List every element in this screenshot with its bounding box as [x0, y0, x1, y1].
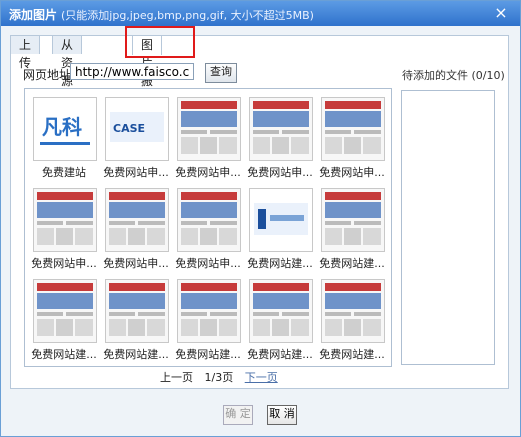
site-screenshot-thumb[interactable] — [105, 188, 169, 252]
thumbnail-caption: 免费网站建... — [247, 257, 313, 270]
thumbnail-caption: 免费网站建... — [319, 348, 385, 361]
thumbnail-caption: 免费网站申... — [319, 166, 385, 179]
thumbnail-item[interactable]: 免费网站建... — [29, 279, 99, 362]
tab-library[interactable]: 从资源库选择 — [52, 35, 83, 142]
dialog-title: 添加图片 — [9, 8, 58, 22]
prev-page-link[interactable]: 上一页 — [160, 371, 193, 384]
thumbnail-item[interactable]: 凡科 免费建站 — [29, 97, 99, 180]
thumbnail-item[interactable]: 免费网站建... — [245, 188, 315, 271]
latest-work-banner-thumb[interactable] — [249, 188, 313, 252]
thumbnail-caption: 免费网站申... — [103, 257, 169, 270]
site-screenshot-thumb[interactable] — [105, 279, 169, 343]
query-button[interactable]: 查询 — [205, 63, 237, 83]
thumbnail-caption: 免费网站建... — [103, 348, 169, 361]
url-label: 网页地址: — [23, 68, 76, 82]
thumbnail-caption: 免费网站申... — [31, 257, 97, 270]
site-screenshot-thumb[interactable] — [33, 188, 97, 252]
thumbnail-caption: 免费网站建... — [247, 348, 313, 361]
tab-upload[interactable]: 上传 — [10, 35, 41, 70]
svg-text:CASE: CASE — [113, 122, 145, 135]
site-screenshot-thumb[interactable] — [321, 279, 385, 343]
page-indicator: 1/3页 — [204, 371, 234, 384]
thumbnail-caption: 免费网站申... — [175, 257, 241, 270]
faisco-logo-thumb[interactable]: 凡科 — [33, 97, 97, 161]
case-banner-thumb[interactable]: CASE — [105, 97, 169, 161]
ok-button[interactable]: 确 定 — [223, 405, 253, 425]
tab-highlight-box — [125, 26, 195, 58]
thumbnail-item[interactable]: 免费网站申... — [29, 188, 99, 271]
thumbnail-caption: 免费网站建... — [31, 348, 97, 361]
svg-text:凡科: 凡科 — [42, 115, 82, 139]
site-screenshot-thumb[interactable] — [321, 97, 385, 161]
thumbnail-item[interactable]: 免费网站申... — [173, 97, 243, 180]
dialog-hint: (只能添加jpg,jpeg,bmp,png,gif, 大小不超过5MB) — [61, 9, 314, 22]
close-icon[interactable]: × — [492, 3, 510, 23]
thumbnail-caption: 免费网站建... — [175, 348, 241, 361]
site-screenshot-thumb[interactable] — [321, 188, 385, 252]
thumbnail-item[interactable]: 免费网站建... — [317, 279, 387, 362]
thumbnail-grid: 凡科免费建站 CASE 免费网站申... 免费网站申... 免费网站申... 免费网站申.… — [24, 88, 392, 367]
thumbnail-caption: 免费网站申... — [175, 166, 241, 179]
thumbnail-item[interactable]: 免费网站申... — [245, 97, 315, 180]
site-screenshot-thumb[interactable] — [177, 188, 241, 252]
thumbnail-item[interactable]: 免费网站建... — [173, 279, 243, 362]
pager: 上一页 1/3页 下一页 — [160, 369, 286, 385]
thumbnail-item[interactable]: 免费网站建... — [245, 279, 315, 362]
url-input[interactable] — [70, 63, 194, 80]
thumbnail-caption: 免费建站 — [42, 166, 86, 179]
pending-files-box — [401, 90, 495, 365]
thumbnail-item[interactable]: 免费网站申... — [173, 188, 243, 271]
site-screenshot-thumb[interactable] — [33, 279, 97, 343]
cancel-button[interactable]: 取 消 — [267, 405, 297, 425]
thumbnail-item[interactable]: 免费网站申... — [101, 188, 171, 271]
site-screenshot-thumb[interactable] — [249, 97, 313, 161]
pending-files-label: 待添加的文件 (0/10) — [402, 69, 505, 82]
dialog-titlebar: 添加图片 (只能添加jpg,jpeg,bmp,png,gif, 大小不超过5MB… — [1, 1, 520, 26]
site-screenshot-thumb[interactable] — [177, 279, 241, 343]
thumbnail-item[interactable]: 免费网站建... — [101, 279, 171, 362]
thumbnail-item[interactable]: CASE 免费网站申... — [101, 97, 171, 180]
thumbnail-item[interactable]: 免费网站建... — [317, 188, 387, 271]
site-screenshot-thumb[interactable] — [249, 279, 313, 343]
next-page-link[interactable]: 下一页 — [245, 371, 278, 384]
thumbnail-caption: 免费网站申... — [103, 166, 169, 179]
thumbnail-item[interactable]: 免费网站申... — [317, 97, 387, 180]
thumbnail-caption: 免费网站建... — [319, 257, 385, 270]
thumbnail-caption: 免费网站申... — [247, 166, 313, 179]
site-screenshot-thumb[interactable] — [177, 97, 241, 161]
